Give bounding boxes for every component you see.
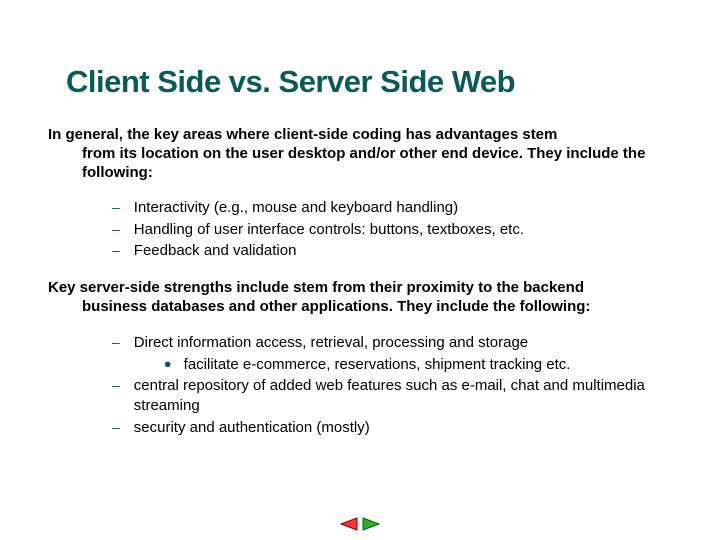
list-item-text: Interactivity (e.g., mouse and keyboard … [134,198,458,218]
server-intro-line1: Key server-side strengths include stem f… [48,279,584,296]
server-bullet-list: – Direct information access, retrieval, … [112,333,672,438]
dash-icon: – [112,220,120,239]
list-item: – central repository of added web featur… [112,376,672,417]
client-intro-rest: from its location on the user desktop an… [82,145,672,183]
dash-icon: – [112,198,120,217]
list-item-text: security and authentication (mostly) [134,418,370,438]
list-item: – Feedback and validation [112,241,672,261]
list-item-text: Direct information access, retrieval, pr… [134,333,571,376]
bullet-icon: ● [164,355,172,373]
list-item-text: Feedback and validation [134,241,297,261]
triangle-left-icon [339,516,359,532]
dash-icon: – [112,418,120,437]
list-item-text: Handling of user interface controls: but… [134,220,524,240]
server-intro-rest: business databases and other application… [82,298,672,317]
dash-icon: – [112,376,120,395]
dash-icon: – [112,241,120,260]
client-intro: In general, the key areas where client-s… [48,126,672,182]
sub-list: ● facilitate e-commerce, reservations, s… [134,355,571,375]
next-button[interactable] [361,516,381,532]
slide-title: Client Side vs. Server Side Web [66,64,672,100]
list-item: – Direct information access, retrieval, … [112,333,672,376]
list-item-main: Direct information access, retrieval, pr… [134,334,528,351]
server-intro: Key server-side strengths include stem f… [48,279,672,317]
prev-button[interactable] [339,516,359,532]
triangle-right-icon [361,516,381,532]
nav-controls [339,516,381,532]
list-item: – Handling of user interface controls: b… [112,220,672,240]
client-bullet-list: – Interactivity (e.g., mouse and keyboar… [112,198,672,261]
sub-list-item: ● facilitate e-commerce, reservations, s… [164,355,571,375]
client-intro-line1: In general, the key areas where client-s… [48,126,557,143]
sub-list-text: facilitate e-commerce, reservations, shi… [184,355,571,375]
slide-body: Client Side vs. Server Side Web In gener… [0,0,720,476]
list-item: – security and authentication (mostly) [112,418,672,438]
list-item: – Interactivity (e.g., mouse and keyboar… [112,198,672,218]
dash-icon: – [112,333,120,352]
list-item-text: central repository of added web features… [134,376,672,417]
